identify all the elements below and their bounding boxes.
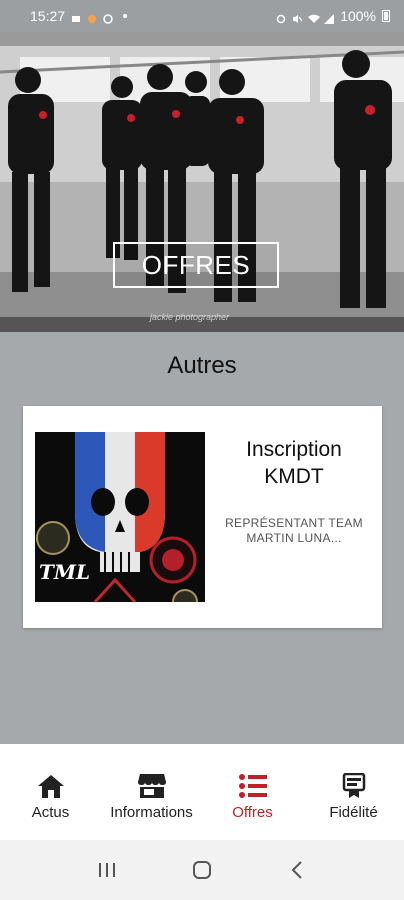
photo-watermark: jackie photographer: [150, 312, 230, 322]
wifi-icon: [308, 11, 321, 23]
orange-app-icon: [87, 11, 97, 23]
battery-percent: 100%: [340, 8, 376, 24]
mute-icon: [292, 11, 303, 23]
nav-label-actus: Actus: [31, 804, 70, 821]
recent-apps-icon[interactable]: [93, 856, 121, 884]
nav-item-informations[interactable]: Informations: [101, 744, 202, 840]
alarm-icon: [276, 11, 286, 24]
offer-title: Inscription KMDT: [246, 438, 342, 488]
nav-item-actus[interactable]: Actus: [0, 744, 101, 840]
status-bar: 15:27 100%: [0, 0, 404, 32]
offer-image-logo: TML: [39, 560, 91, 584]
offer-image: TML: [35, 432, 205, 602]
system-navigation-bar: [0, 840, 404, 900]
status-time: 15:27: [30, 8, 66, 24]
notification-icon: [71, 11, 81, 22]
offer-card[interactable]: TML Inscription KMDT REPRÉSENTANT TEAM M…: [23, 406, 382, 628]
home-icon: [36, 772, 66, 800]
nav-label-informations: Informations: [110, 804, 193, 821]
offers-hero-button[interactable]: OFFRES: [113, 242, 279, 288]
whatsapp-icon: [103, 11, 113, 24]
bottom-navigation: Actus Informations Offres Fidélité: [0, 744, 404, 840]
back-icon[interactable]: [283, 856, 311, 884]
hero-banner[interactable]: OFFRES jackie photographer: [0, 32, 404, 332]
loyalty-icon: [339, 772, 369, 800]
list-icon: [238, 772, 268, 800]
nav-item-fidelite[interactable]: Fidélité: [303, 744, 404, 840]
section-title: Autres: [167, 352, 237, 379]
more-notifications-dot: [123, 14, 128, 18]
store-icon: [137, 772, 167, 800]
nav-item-offres[interactable]: Offres: [202, 744, 303, 840]
home-button-icon[interactable]: [188, 856, 216, 884]
battery-icon: [382, 10, 390, 22]
nav-label-offres: Offres: [232, 804, 273, 821]
signal-icon: [324, 11, 335, 24]
nav-label-fidelite: Fidélité: [329, 804, 378, 821]
offer-description: REPRÉSENTANT TEAM MARTIN LUNA...: [225, 516, 363, 545]
